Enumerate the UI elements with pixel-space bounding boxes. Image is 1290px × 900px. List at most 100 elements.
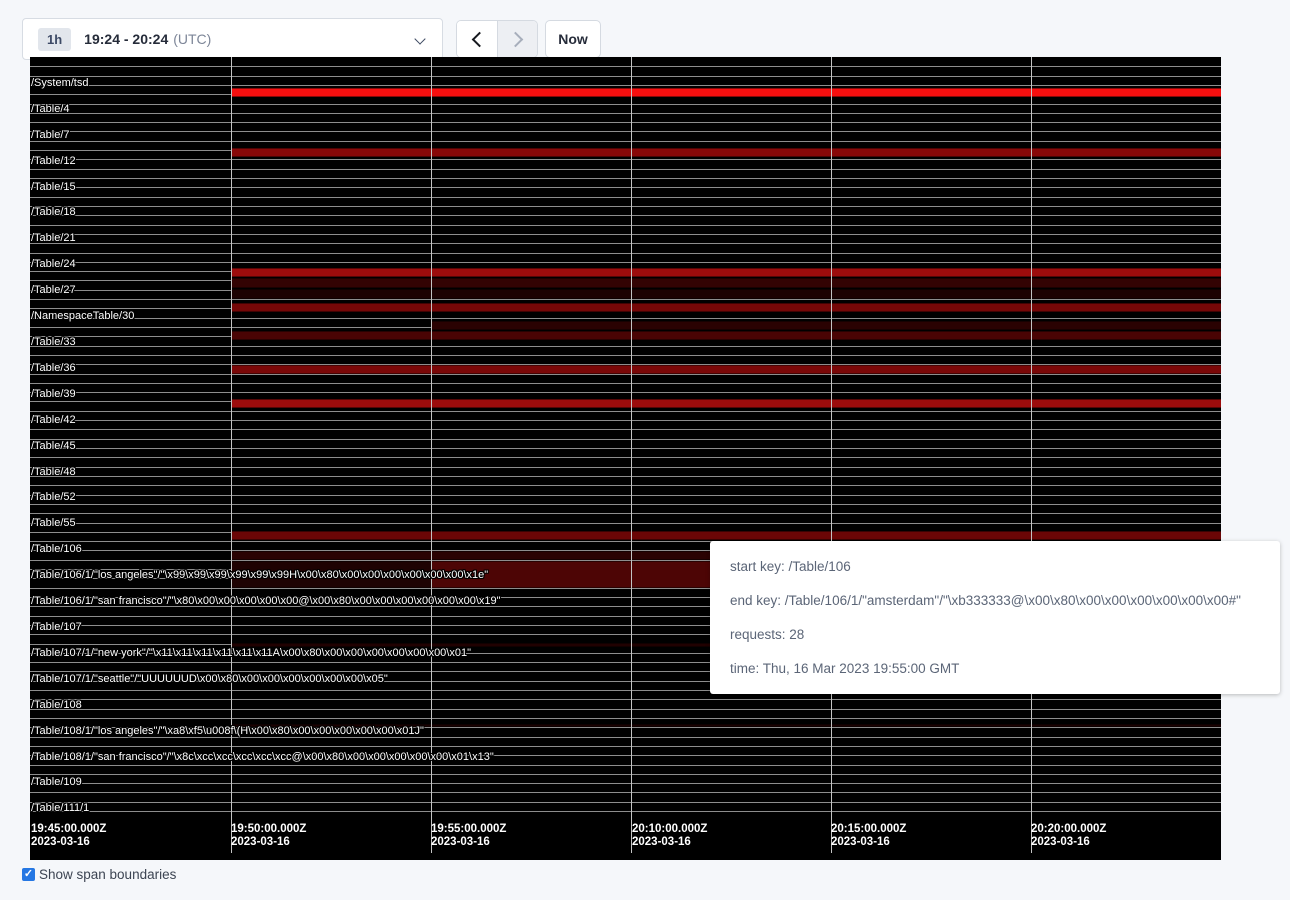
span-boundary-hline <box>30 131 1221 132</box>
row-label: /Table/107 <box>31 621 82 633</box>
x-axis-tick-time: 20:15:00.000Z <box>831 823 906 836</box>
span-boundary-hline <box>30 215 1221 216</box>
heat-band[interactable] <box>231 724 1221 727</box>
span-boundary-hline <box>30 746 1221 747</box>
heat-band[interactable] <box>231 268 1221 277</box>
span-boundary-hline <box>30 755 1221 756</box>
x-axis-tick: 19:50:00.000Z2023-03-16 <box>231 823 306 849</box>
span-boundary-hline <box>30 504 1221 505</box>
span-boundary-hline <box>30 383 1221 384</box>
span-boundary-hline <box>30 718 1221 719</box>
span-boundary-hline <box>30 355 1221 356</box>
span-boundary-hline <box>30 802 1221 803</box>
span-boundary-hline <box>30 234 1221 235</box>
span-boundary-hline <box>30 783 1221 784</box>
column-boundary-vline <box>1031 57 1032 853</box>
span-boundary-hline <box>30 346 1221 347</box>
x-axis-tick-time: 19:50:00.000Z <box>231 823 306 836</box>
span-boundary-hline <box>30 765 1221 766</box>
x-axis-tick-time: 19:55:00.000Z <box>431 823 506 836</box>
time-range-duration-badge: 1h <box>38 28 71 51</box>
hover-tooltip: start key: /Table/106 end key: /Table/10… <box>710 541 1280 694</box>
row-label: /System/tsd <box>31 77 88 89</box>
heat-band[interactable] <box>431 321 1221 330</box>
row-label: /NamespaceTable/30 <box>31 310 134 322</box>
show-span-boundaries-label: Show span boundaries <box>39 867 176 882</box>
span-boundary-hline <box>30 495 1221 496</box>
x-axis-tick-date: 2023-03-16 <box>31 836 106 849</box>
span-boundary-hline <box>30 737 1221 738</box>
x-axis-tick: 20:10:00.000Z2023-03-16 <box>632 823 707 849</box>
x-axis-tick: 19:45:00.000Z2023-03-16 <box>31 823 106 849</box>
row-label: /Table/109 <box>31 776 82 788</box>
x-axis-tick: 20:20:00.000Z2023-03-16 <box>1031 823 1106 849</box>
tooltip-requests: requests: 28 <box>730 618 1260 652</box>
span-boundary-hline <box>30 159 1221 160</box>
time-nav-group <box>456 20 538 58</box>
row-label: /Table/52 <box>31 491 76 503</box>
span-boundary-hline <box>30 206 1221 207</box>
span-boundary-hline <box>30 122 1221 123</box>
show-span-boundaries-checkbox[interactable]: ✓ <box>22 868 35 881</box>
span-boundary-hline <box>30 225 1221 226</box>
x-axis-tick: 20:15:00.000Z2023-03-16 <box>831 823 906 849</box>
heat-band[interactable] <box>231 278 1221 288</box>
x-axis-tick: 19:55:00.000Z2023-03-16 <box>431 823 506 849</box>
x-axis-tick-date: 2023-03-16 <box>831 836 906 849</box>
span-boundary-hline <box>30 178 1221 179</box>
span-boundary-hline <box>30 299 1221 300</box>
span-boundary-hline <box>30 76 1221 77</box>
key-visualizer-page: 1h 19:24 - 20:24 (UTC) Now /System/tsd/T… <box>0 0 1290 900</box>
row-label: /Table/108/1/"san francisco"/"\x8c\xcc\x… <box>31 751 494 763</box>
span-boundary-hline <box>30 66 1221 67</box>
span-boundary-hline <box>30 485 1221 486</box>
span-boundary-hline <box>30 448 1221 449</box>
chevron-left-icon <box>471 31 487 47</box>
row-label: /Table/12 <box>31 155 76 167</box>
row-label: /Table/107/1/"seattle"/"UUUUUUD\x00\x80\… <box>31 673 388 685</box>
x-axis-tick-date: 2023-03-16 <box>231 836 306 849</box>
chevron-down-icon <box>414 33 425 44</box>
column-boundary-vline <box>631 57 632 853</box>
heat-band[interactable] <box>231 531 1221 540</box>
span-boundary-hline <box>30 523 1221 524</box>
span-boundary-hline <box>30 429 1221 430</box>
span-boundary-hline <box>30 467 1221 468</box>
chevron-right-icon <box>508 31 524 47</box>
prev-time-button[interactable] <box>457 21 497 57</box>
tooltip-end-key: end key: /Table/106/1/"amsterdam"/"\xb33… <box>730 584 1260 618</box>
heat-band[interactable] <box>231 365 1221 374</box>
heat-band[interactable] <box>231 148 1221 157</box>
span-boundary-hline <box>30 792 1221 793</box>
span-boundary-hline <box>30 104 1221 105</box>
span-boundary-hline <box>30 197 1221 198</box>
heat-band[interactable] <box>231 331 1221 340</box>
column-boundary-vline <box>431 57 432 853</box>
span-boundary-hline <box>30 262 1221 263</box>
key-visualizer-chart[interactable]: /System/tsd/Table/4/Table/7/Table/12/Tab… <box>30 57 1221 860</box>
heat-band[interactable] <box>231 289 1221 299</box>
x-axis-tick-time: 20:20:00.000Z <box>1031 823 1106 836</box>
span-boundary-hline <box>30 774 1221 775</box>
time-range-select[interactable]: 1h 19:24 - 20:24 (UTC) <box>22 18 443 60</box>
span-boundary-hline <box>30 253 1221 254</box>
footer: ✓ Show span boundaries <box>22 867 176 882</box>
time-range-text: 19:24 - 20:24 <box>84 31 168 47</box>
x-axis-tick-time: 20:10:00.000Z <box>632 823 707 836</box>
span-boundary-hline <box>30 169 1221 170</box>
span-boundary-hline <box>30 392 1221 393</box>
tooltip-start-key: start key: /Table/106 <box>730 550 1260 584</box>
heat-band[interactable] <box>231 88 1221 97</box>
row-label: /Table/39 <box>31 388 76 400</box>
heat-band[interactable] <box>231 399 1221 408</box>
heat-band[interactable] <box>231 303 1221 312</box>
row-label: /Table/45 <box>31 440 76 452</box>
span-boundary-hline <box>30 709 1221 710</box>
x-axis-tick-date: 2023-03-16 <box>1031 836 1106 849</box>
now-button[interactable]: Now <box>545 20 601 58</box>
checkmark-icon: ✓ <box>24 869 33 880</box>
span-boundary-hline <box>30 411 1221 412</box>
next-time-button[interactable] <box>497 21 537 57</box>
column-boundary-vline <box>231 57 232 853</box>
span-boundary-hline <box>30 187 1221 188</box>
